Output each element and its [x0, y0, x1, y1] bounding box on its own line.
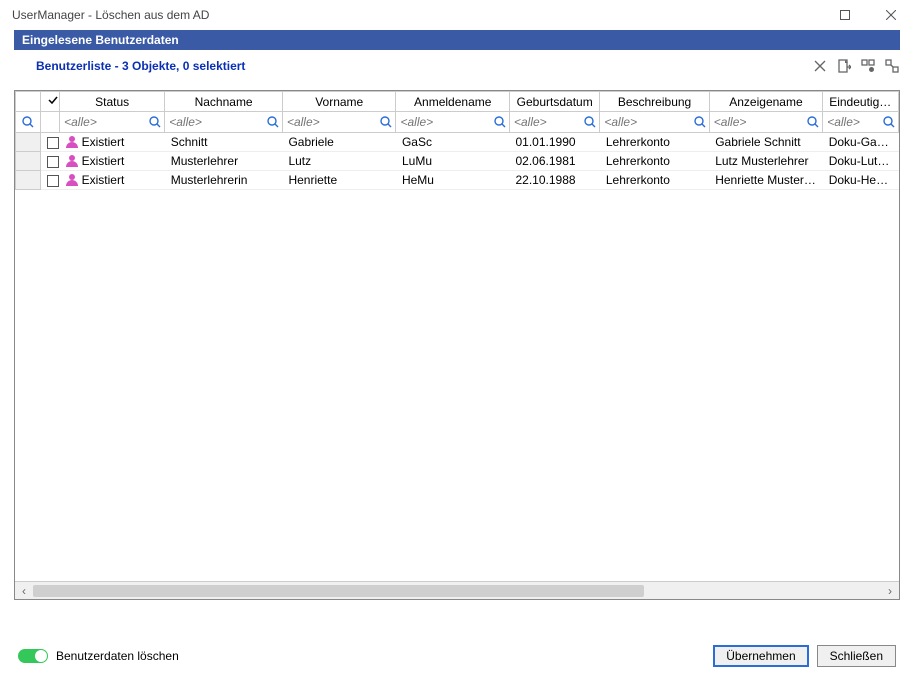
search-icon[interactable] [491, 116, 509, 128]
cell-anzeigename: Lutz Musterlehrer [709, 152, 823, 171]
search-icon[interactable] [146, 116, 164, 128]
cell-anmeldename: LuMu [396, 152, 510, 171]
list-summary: Benutzerliste - 3 Objekte, 0 selektiert [36, 59, 245, 73]
col-header-nachname[interactable]: Nachname [165, 92, 283, 112]
search-icon[interactable] [880, 116, 898, 128]
delete-userdata-toggle[interactable] [18, 649, 48, 663]
filter-row [16, 112, 899, 133]
checkbox-icon[interactable] [47, 156, 59, 168]
filter-beschreibung[interactable] [600, 114, 690, 130]
scroll-right-icon[interactable]: › [881, 583, 899, 599]
table-header-row: Status Nachname Vorname Anmeldename Gebu… [16, 92, 899, 112]
user-icon [66, 136, 78, 148]
cell-nachname: Musterlehrer [165, 152, 283, 171]
filter-anzeigename[interactable] [710, 114, 805, 130]
window-title: UserManager - Löschen aus dem AD [12, 8, 822, 22]
user-icon [66, 155, 78, 167]
section-header-text: Eingelesene Benutzerdaten [22, 33, 179, 47]
settings-icon[interactable] [860, 58, 876, 74]
search-icon[interactable] [804, 116, 822, 128]
cell-anzeigename: Henriette Musterleh... [709, 171, 823, 190]
horizontal-scrollbar[interactable]: ‹ › [15, 581, 899, 599]
cell-status: Existiert [82, 154, 125, 168]
cell-anzeigename: Gabriele Schnitt [709, 133, 823, 152]
scroll-thumb[interactable] [33, 585, 644, 597]
cell-eindeutigeid: Doku-Henriet... [823, 171, 899, 190]
search-icon[interactable] [691, 116, 709, 128]
cell-status: Existiert [82, 135, 125, 149]
cell-vorname: Gabriele [282, 133, 396, 152]
bottom-bar: Benutzerdaten löschen Übernehmen Schließ… [0, 635, 914, 677]
filter-status[interactable] [60, 114, 146, 130]
col-header-vorname[interactable]: Vorname [282, 92, 396, 112]
table-row[interactable]: Existiert Musterlehrerin Henriette HeMu … [16, 171, 899, 190]
cell-eindeutigeid: Doku-LutzM... [823, 152, 899, 171]
export-icon[interactable] [836, 58, 852, 74]
filter-geburtsdatum[interactable] [510, 114, 581, 130]
delete-icon[interactable] [812, 58, 828, 74]
cell-geburtsdatum: 02.06.1981 [509, 152, 599, 171]
cell-beschreibung: Lehrerkonto [600, 152, 709, 171]
scroll-left-icon[interactable]: ‹ [15, 583, 33, 599]
close-button[interactable]: Schließen [817, 645, 896, 667]
data-table: Status Nachname Vorname Anmeldename Gebu… [14, 90, 900, 600]
cell-beschreibung: Lehrerkonto [600, 133, 709, 152]
window-titlebar: UserManager - Löschen aus dem AD [0, 0, 914, 30]
search-icon[interactable] [377, 116, 395, 128]
search-icon[interactable] [19, 116, 37, 128]
cell-vorname: Henriette [282, 171, 396, 190]
apply-button[interactable]: Übernehmen [713, 645, 808, 667]
row-checkbox-cell[interactable] [41, 171, 60, 190]
section-header: Eingelesene Benutzerdaten [14, 30, 900, 50]
user-icon [66, 174, 78, 186]
row-header[interactable] [16, 133, 41, 152]
table-row[interactable]: Existiert Schnitt Gabriele GaSc 01.01.19… [16, 133, 899, 152]
search-icon[interactable] [581, 116, 599, 128]
filter-anmeldename[interactable] [396, 114, 491, 130]
col-header-geburtsdatum[interactable]: Geburtsdatum [509, 92, 599, 112]
filter-vorname[interactable] [283, 114, 378, 130]
col-header-eindeutigeid[interactable]: Eindeutige ID [823, 92, 899, 112]
row-checkbox-cell[interactable] [41, 133, 60, 152]
window-close-button[interactable] [868, 0, 914, 30]
check-all-header[interactable] [41, 92, 60, 112]
cell-beschreibung: Lehrerkonto [600, 171, 709, 190]
filter-eindeutigeid[interactable] [823, 114, 880, 130]
table-row[interactable]: Existiert Musterlehrer Lutz LuMu 02.06.1… [16, 152, 899, 171]
col-header-anmeldename[interactable]: Anmeldename [396, 92, 510, 112]
cell-anmeldename: HeMu [396, 171, 510, 190]
cell-eindeutigeid: Doku-Gabriel... [823, 133, 899, 152]
cell-status: Existiert [82, 173, 125, 187]
window-maximize-button[interactable] [822, 0, 868, 30]
checkbox-icon[interactable] [47, 137, 59, 149]
cell-geburtsdatum: 01.01.1990 [509, 133, 599, 152]
cell-nachname: Musterlehrerin [165, 171, 283, 190]
col-header-beschreibung[interactable]: Beschreibung [600, 92, 709, 112]
row-header[interactable] [16, 152, 41, 171]
col-header-anzeigename[interactable]: Anzeigename [709, 92, 823, 112]
checkbox-icon[interactable] [47, 175, 59, 187]
row-header-col[interactable] [16, 92, 41, 112]
col-header-status[interactable]: Status [60, 92, 165, 112]
cell-anmeldename: GaSc [396, 133, 510, 152]
delete-userdata-label: Benutzerdaten löschen [56, 649, 179, 663]
row-header[interactable] [16, 171, 41, 190]
link-icon[interactable] [884, 58, 900, 74]
row-checkbox-cell[interactable] [41, 152, 60, 171]
cell-geburtsdatum: 22.10.1988 [509, 171, 599, 190]
cell-nachname: Schnitt [165, 133, 283, 152]
search-icon[interactable] [264, 116, 282, 128]
filter-nachname[interactable] [165, 114, 264, 130]
cell-vorname: Lutz [282, 152, 396, 171]
